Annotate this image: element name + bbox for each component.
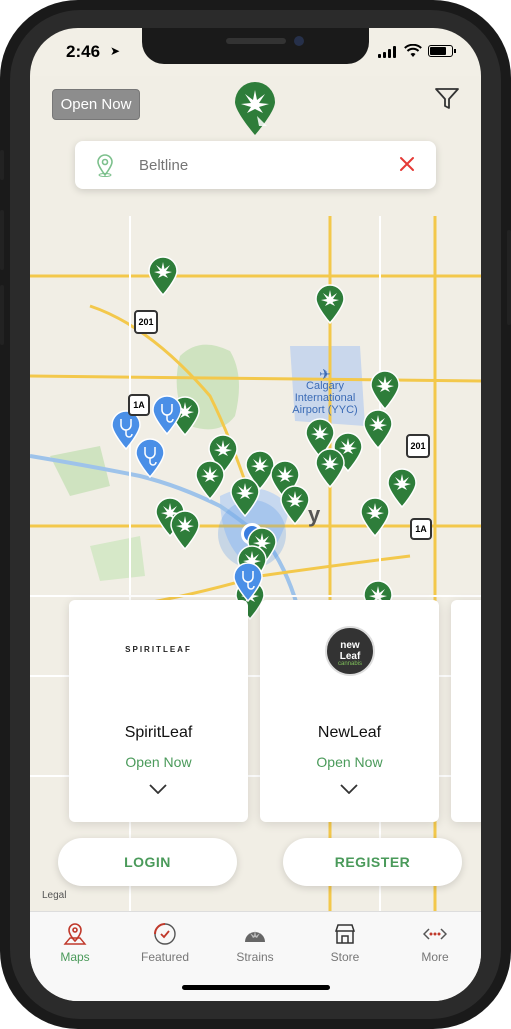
battery-icon [428, 45, 456, 57]
store-card-next-partial[interactable] [451, 600, 481, 822]
highway-shield-label: 201 [138, 317, 154, 327]
highway-shield: 201 [134, 310, 158, 334]
highway-shield-label: 1A [415, 524, 427, 534]
cellular-signal-icon [378, 46, 398, 58]
store-name: NewLeaf [317, 724, 382, 741]
store-open-status: Open Now [125, 754, 192, 770]
volume-up-button [0, 210, 4, 270]
legal-link[interactable]: Legal [42, 890, 66, 901]
status-time: 2:46 [66, 42, 101, 61]
store-name: SpiritLeaf [124, 724, 193, 741]
storefront-icon [334, 924, 356, 944]
spiritleaf-logo: SPIRITLEAF [125, 645, 192, 654]
airport-label-line: Airport (YYC) [292, 404, 358, 416]
store-card-spiritleaf[interactable]: SPIRITLEAF SpiritLeaf Open Now [69, 600, 248, 822]
tab-label: Store [330, 950, 360, 964]
chevron-down-icon[interactable] [149, 784, 167, 794]
more-dots-icon [423, 928, 447, 940]
store-card-newleaf[interactable]: new Leaf cannabis NewLeaf Open Now [260, 600, 439, 822]
map-pin-icon [63, 923, 87, 945]
screen: 2:46 ➤ 201 1A 201 1A ✈ Calgary Internati… [30, 28, 481, 1001]
notch [142, 28, 369, 64]
volume-down-button [0, 285, 4, 345]
chevron-down-icon[interactable] [340, 784, 358, 794]
tab-label: Strains [236, 950, 274, 964]
login-button[interactable]: LOGIN [58, 838, 237, 886]
highway-shield-label: 201 [410, 441, 426, 451]
open-now-filter-chip[interactable]: Open Now [52, 89, 140, 120]
location-pin-icon [97, 154, 113, 177]
highway-shield: 201 [406, 434, 430, 458]
airport-label: ✈ Calgary International Airport (YYC) [280, 366, 370, 416]
tab-strains[interactable]: Strains [210, 918, 300, 968]
tab-featured[interactable]: Featured [120, 918, 210, 968]
store-open-status: Open Now [316, 754, 383, 770]
tab-store[interactable]: Store [300, 918, 390, 968]
airport-label-line: International [294, 392, 356, 404]
city-label: y [308, 502, 321, 527]
highway-shield: 1A [410, 518, 432, 540]
search-bar [75, 141, 436, 189]
location-arrow-icon: ➤ [110, 44, 121, 58]
tab-label: More [421, 950, 449, 964]
newleaf-logo-text: new [340, 640, 360, 651]
home-indicator [182, 985, 330, 990]
cannabis-leaf-icon [245, 930, 265, 942]
tab-label: Featured [140, 950, 190, 964]
search-input[interactable] [139, 153, 379, 177]
highway-shield: 1A [128, 394, 150, 416]
newleaf-logo: new Leaf cannabis [325, 626, 375, 676]
featured-badge-icon [154, 923, 176, 945]
filter-icon[interactable] [434, 86, 460, 112]
tab-maps[interactable]: Maps [30, 918, 120, 968]
airport-icon: ✈ [319, 366, 331, 382]
register-button[interactable]: REGISTER [283, 838, 462, 886]
brand-logo-pin-icon[interactable] [233, 82, 277, 136]
mute-switch [0, 150, 4, 180]
airport-label-line: Calgary [306, 380, 344, 392]
highway-shield-label: 1A [133, 400, 145, 410]
power-button [507, 230, 511, 325]
tab-more[interactable]: More [390, 918, 480, 968]
tab-label: Maps [60, 950, 90, 964]
wifi-icon [404, 44, 422, 57]
newleaf-logo-text: cannabis [337, 661, 363, 667]
close-icon[interactable] [398, 155, 416, 173]
phone-frame: 2:46 ➤ 201 1A 201 1A ✈ Calgary Internati… [0, 0, 511, 1029]
